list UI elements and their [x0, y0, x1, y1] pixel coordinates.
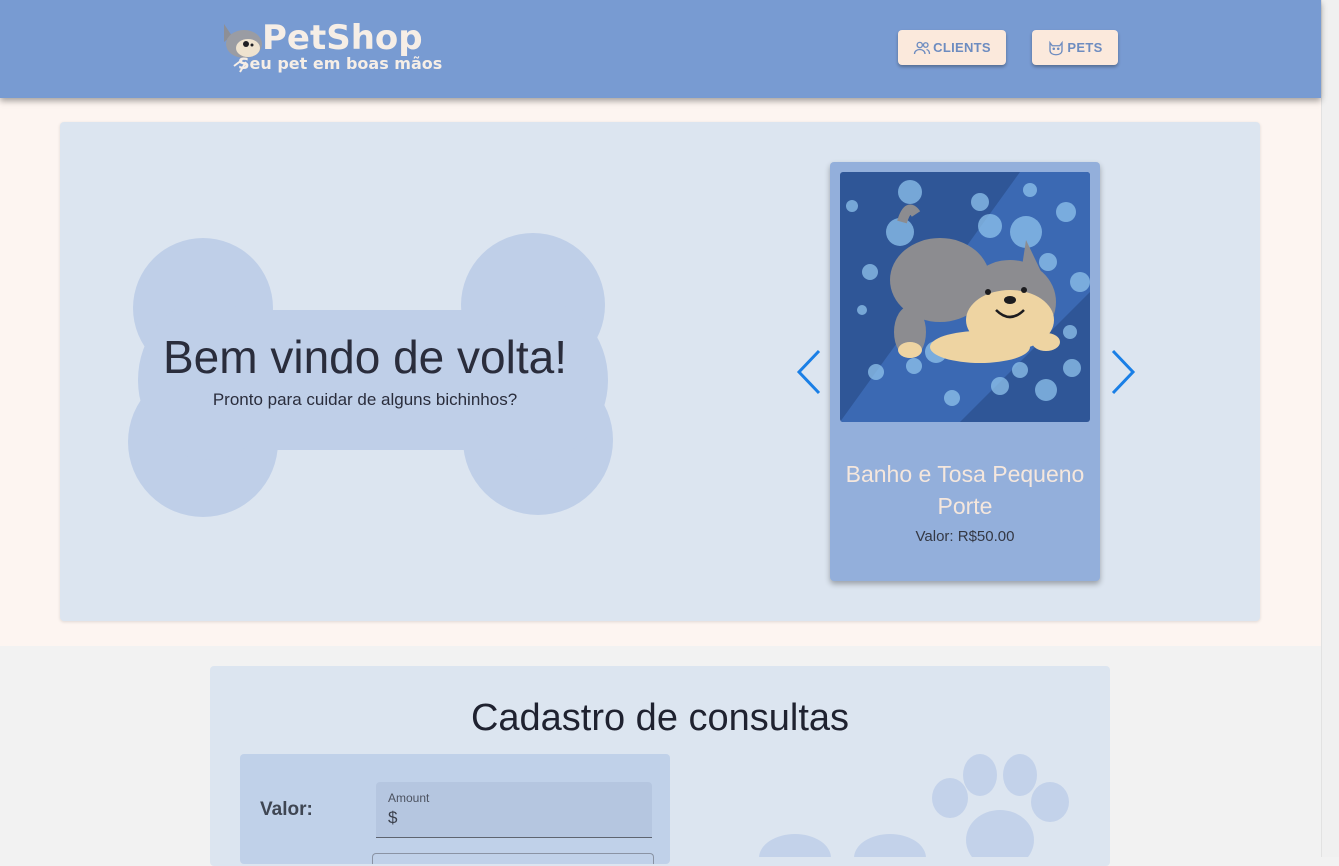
- currency-prefix: $: [388, 808, 398, 827]
- amount-input[interactable]: [402, 806, 646, 832]
- service-image: [840, 172, 1090, 422]
- next-form-field[interactable]: [372, 853, 654, 864]
- welcome-subtitle: Pronto para cuidar de alguns bichinhos?: [212, 390, 518, 409]
- top-app-bar: PetShop Seu pet em boas mãos CLIENTS PET…: [0, 0, 1321, 98]
- carousel-prev-icon[interactable]: [794, 348, 824, 396]
- carousel-next-icon[interactable]: [1108, 348, 1138, 396]
- service-name: Banho e Tosa Pequeno Porte: [845, 461, 1085, 519]
- logo-title: PetShop: [262, 18, 423, 58]
- valor-label: Valor:: [260, 799, 313, 820]
- page-scrollbar[interactable]: [1321, 0, 1339, 857]
- clients-button[interactable]: CLIENTS: [898, 30, 1006, 65]
- logo-subtitle: Seu pet em boas mãos: [238, 54, 443, 73]
- service-price: Valor: R$50.00: [915, 528, 1015, 545]
- amount-field[interactable]: Amount $: [376, 782, 652, 838]
- clients-button-label: CLIENTS: [933, 40, 991, 55]
- paw-print-background-icon: [759, 754, 1069, 857]
- cat-icon: [1049, 40, 1064, 55]
- users-icon: [913, 41, 931, 54]
- petshop-logo[interactable]: PetShop Seu pet em boas mãos: [220, 16, 450, 86]
- pets-button-label: PETS: [1067, 40, 1103, 55]
- welcome-title: Bem vindo de volta!: [162, 331, 567, 383]
- dog-bath-illustration: [840, 172, 1090, 422]
- form-title: Cadastro de consultas: [470, 697, 850, 739]
- pets-button[interactable]: PETS: [1032, 30, 1118, 65]
- amount-field-label: Amount: [388, 791, 430, 805]
- service-card[interactable]: Banho e Tosa Pequeno Porte Valor: R$50.0…: [830, 162, 1100, 581]
